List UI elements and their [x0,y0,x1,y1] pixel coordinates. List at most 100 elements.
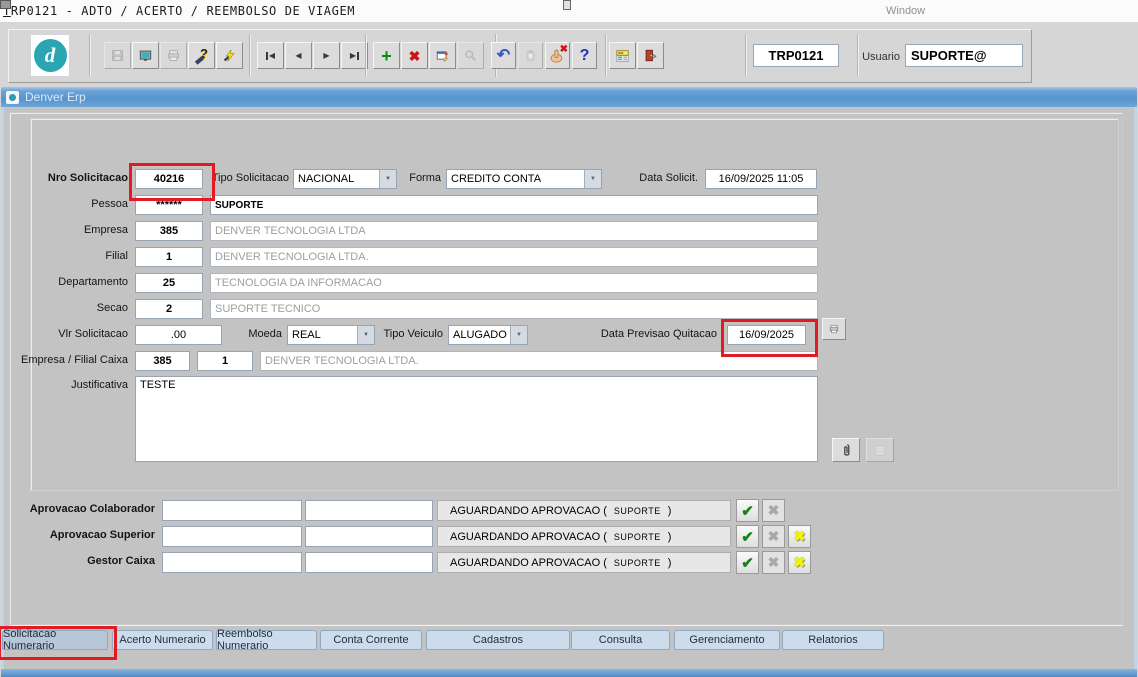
gestor-caixa-field1[interactable] [162,552,302,573]
check-icon: ✔ [741,528,754,546]
tab-gerenciamento[interactable]: Gerenciamento [674,630,780,650]
menu-icon [616,48,629,64]
tipo-veiculo-label: Tipo Veiculo [383,328,443,340]
exit-button[interactable] [637,42,664,69]
screen: TRP0121 - ADTO / ACERTO / REEMBOLSO DE V… [0,0,1138,677]
erp-window-bottom-border [1,669,1137,677]
cancel-superior-button[interactable]: ✖ [788,525,811,548]
denver-logo: d [31,35,69,76]
aprovacao-colaborador-field2[interactable] [305,500,433,521]
pessoa-code-field[interactable]: ****** [135,195,203,215]
aprovacao-colaborador-field1[interactable] [162,500,302,521]
yellow-x-icon: ✖ [794,528,806,545]
program-code-field[interactable]: TRP0121 [753,44,839,67]
delete-record-icon: ✖ [409,49,421,63]
secao-code-field[interactable]: 2 [135,299,203,319]
tab-consulta[interactable]: Consulta [571,630,670,650]
empresa-caixa-field[interactable]: 385 [135,351,190,371]
app-titlebar: TRP0121 - ADTO / ACERTO / REEMBOLSO DE V… [0,0,1138,22]
print-icon [167,47,180,64]
chevron-down-icon[interactable]: ▼ [584,170,601,188]
aprovacao-colaborador-label: Aprovacao Colaborador [0,503,155,515]
help-button[interactable]: ? [572,42,597,69]
approve-gestor-button[interactable]: ✔ [736,551,759,574]
enter-query-button[interactable]: ? [188,42,215,69]
erp-window-titlebar[interactable]: Denver Erp [1,87,1137,107]
usuario-field[interactable]: SUPORTE@ [905,44,1023,67]
attachment-button[interactable] [832,438,860,462]
nro-solicitacao-label: Nro Solicitacao [0,172,128,184]
forma-value: CREDITO CONTA [447,173,584,185]
erp-window-icon [6,91,19,104]
departamento-code-field[interactable]: 25 [135,273,203,293]
nro-solicitacao-field[interactable]: 40216 [135,169,203,189]
departamento-desc-field: TECNOLOGIA DA INFORMACAO [210,273,818,293]
menu-button[interactable] [609,42,636,69]
app-title: TRP0121 - ADTO / ACERTO / REEMBOLSO DE V… [3,4,355,18]
x-icon: ✖ [768,554,780,571]
undo-button[interactable]: ↶ [491,42,516,69]
moeda-select[interactable]: REAL ▼ [287,325,375,345]
tab-relatorios[interactable]: Relatorios [782,630,884,650]
delete-record-button[interactable]: ✖ [401,42,428,69]
cancel-changes-button[interactable]: ✖ [545,42,570,69]
tipo-veiculo-select[interactable]: ALUGADO ▼ [448,325,528,345]
save-button [104,42,131,69]
gestor-caixa-status: AGUARDANDO APROVACAO (SUPORTE) [437,552,731,573]
data-solicit-field[interactable]: 16/09/2025 11:05 [705,169,817,189]
insert-record-button[interactable]: + [373,42,400,69]
data-previsao-quitacao-field[interactable]: 16/09/2025 [727,325,806,345]
print-button [160,42,187,69]
empresa-code-field[interactable]: 385 [135,221,203,241]
forma-select[interactable]: CREDITO CONTA ▼ [446,169,602,189]
edit-record-button[interactable] [429,42,456,69]
chevron-down-icon[interactable]: ▼ [510,326,527,344]
justificativa-textarea[interactable]: TESTE [135,376,818,462]
tipo-veiculo-value: ALUGADO [449,329,510,341]
gestor-caixa-field2[interactable] [305,552,433,573]
aprovacao-superior-field2[interactable] [305,526,433,547]
save-icon [111,47,124,64]
approve-colaborador-button[interactable]: ✔ [736,499,759,522]
justificativa-label: Justificativa [0,379,128,391]
menu-window-item[interactable]: Window [886,5,925,17]
x-icon: ✖ [768,502,780,519]
previous-record-button[interactable]: ◀ [285,42,312,69]
pessoa-desc-field: SUPORTE [210,195,818,215]
tipo-solicitacao-select[interactable]: NACIONAL ▼ [293,169,397,189]
usuario-label: Usuario [854,51,900,63]
tab-acerto-numerario[interactable]: Acerto Numerario [112,630,213,650]
approve-superior-button[interactable]: ✔ [736,525,759,548]
tab-reembolso-numerario[interactable]: Reembolso Numerario [216,630,317,650]
tab-solicitacao-numerario[interactable]: Solicitacao Numerario [2,630,108,650]
check-icon: ✔ [741,554,754,572]
filial-code-field[interactable]: 1 [135,247,203,267]
tab-conta-corrente[interactable]: Conta Corrente [320,630,422,650]
empresa-label: Empresa [0,224,128,236]
last-record-button[interactable]: ▶ [341,42,368,69]
aprovacao-superior-status: AGUARDANDO APROVACAO (SUPORTE) [437,526,731,547]
secao-desc-field: SUPORTE TECNICO [210,299,818,319]
chevron-down-icon[interactable]: ▼ [357,326,374,344]
tab-cadastros[interactable]: Cadastros [426,630,570,650]
cancel-gestor-button[interactable]: ✖ [788,551,811,574]
filial-caixa-field[interactable]: 1 [197,351,253,371]
aprovacao-superior-field1[interactable] [162,526,302,547]
print-request-button[interactable] [822,318,846,340]
departamento-label: Departamento [0,276,128,288]
next-record-icon: ▶ [323,51,329,60]
first-record-button[interactable]: ◀ [257,42,284,69]
erp-window-title: Denver Erp [25,90,86,104]
execute-query-button[interactable] [216,42,243,69]
moeda-value: REAL [288,329,357,341]
chevron-down-icon[interactable]: ▼ [379,170,396,188]
empresa-desc-field: DENVER TECNOLOGIA LTDA [210,221,818,241]
next-record-button[interactable]: ▶ [313,42,340,69]
vlr-solicitacao-label: Vlr Solicitacao [0,328,128,340]
window-corner-artifact [0,0,11,9]
secao-label: Secao [0,302,128,314]
first-record-icon: ◀ [266,51,275,60]
vlr-solicitacao-field[interactable]: .00 [135,325,222,345]
search-icon [464,47,477,64]
screen-button[interactable] [132,42,159,69]
